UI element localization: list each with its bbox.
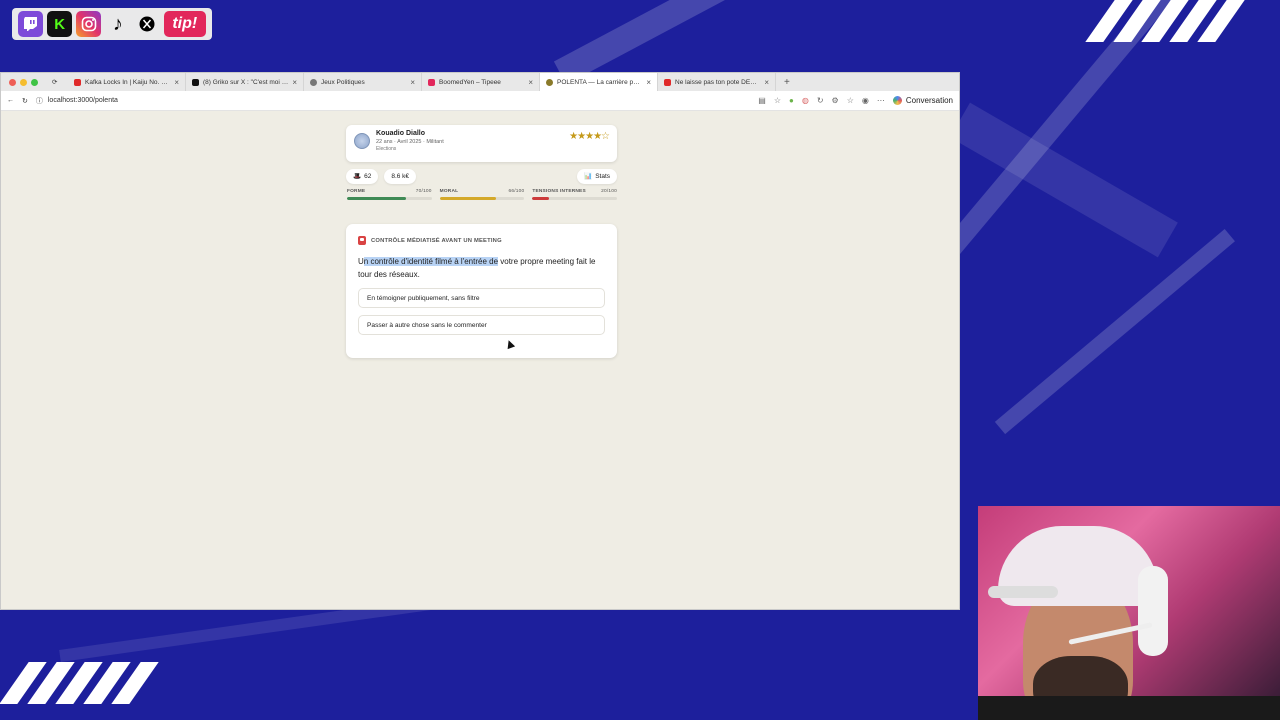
assistant-icon [892,96,902,105]
influence-pill: 🎩 62 [346,168,379,184]
tab-favicon [664,78,671,86]
tab-label: POLENTA — La carrière politique [557,78,642,86]
event-text-selection: n contrôle d'identité filmé à l'entrée d… [363,257,499,266]
event-card: CONTRÔLE MÉDIATISÉ AVANT UN MEETING Un c… [346,224,617,358]
tab-close-icon[interactable]: × [528,78,533,87]
rating-stars: ★★★★☆ [569,131,610,142]
conversation-button[interactable]: Conversation [892,96,953,105]
window-controls [1,78,46,86]
influence-value: 62 [364,172,372,180]
instagram-icon [76,11,102,37]
refresh-extension-icon[interactable]: ↻ [817,96,824,105]
tab-label: Kafka Locks In | Kaiju No. 8 - Yo [85,78,171,86]
bottom-left-stripes [0,662,159,704]
tab-overview-icon[interactable]: ⟳ [46,73,68,91]
tab-favicon [428,78,435,86]
conversation-label: Conversation [905,96,953,105]
maximize-window-icon[interactable] [31,78,38,86]
social-bar: K ♪ tip! [12,8,212,40]
favorites-icon[interactable]: ☆ [847,96,854,105]
toolbar-icons: ▤ ☆ ● ◍ ↻ ⚙ ☆ ◉ ⋯ Conversation [758,96,953,105]
tab-item[interactable]: (8) Griko sur X : "C'est moi où l × [186,73,304,91]
url-field[interactable]: ⓘ localhost:3000/polenta [36,96,750,106]
site-info-icon[interactable]: ⓘ [36,96,43,106]
profile-phase: Elections [376,146,397,152]
money-pill: 8.6 k€ [384,168,417,184]
tab-item[interactable]: Kafka Locks In | Kaiju No. 8 - Yo × [68,73,186,91]
choice-button[interactable]: Passer à autre chose sans le commenter [358,315,605,335]
gauge-value: 70/100 [415,189,432,194]
extensions-icon[interactable]: ⚙ [832,96,839,105]
tab-favicon [546,78,553,86]
tab-close-icon[interactable]: × [410,78,415,87]
bar-chart-icon: 📊 [584,173,593,180]
minimize-window-icon[interactable] [20,78,27,86]
gauge-fill [439,197,496,200]
kick-icon: K [47,11,73,37]
tab-label: Ne laisse pas ton pote DEVENIR [675,78,760,86]
event-header: CONTRÔLE MÉDIATISÉ AVANT UN MEETING [358,236,605,245]
game-page: Kouadio Diallo 22 ans · Avril 2025 · Mil… [1,113,959,609]
tab-bar: ⟳ Kafka Locks In | Kaiju No. 8 - Yo × (8… [1,73,959,91]
event-description: Un contrôle d'identité filmé à l'entrée … [358,255,605,281]
gauge-value: 66/100 [508,189,525,194]
tab-favicon [310,78,317,86]
top-hat-icon: 🎩 [353,173,362,180]
event-text-start: U [358,257,364,266]
choice-button[interactable]: En témoigner publiquement, sans filtre [358,288,605,308]
tab-close-icon[interactable]: × [764,78,769,87]
extension-icon[interactable]: ● [789,96,794,105]
reader-icon[interactable]: ▤ [758,96,766,105]
stats-label: Stats [595,172,610,180]
gauges: FORME 70/100 MORAL 66/100 TENSIONS INTER… [347,189,618,200]
tab-label: (8) Griko sur X : "C'est moi où l [203,78,289,86]
gauge-fill [347,197,407,200]
tab-item[interactable]: Jeux Politiques × [304,73,422,91]
extension-icon[interactable]: ◍ [802,96,809,105]
twitch-icon [18,11,44,37]
x-icon [134,11,159,37]
stats-button[interactable]: 📊 Stats [577,168,617,184]
new-tab-button[interactable]: + [776,77,798,88]
tab-item[interactable]: BoomedYen – Tipeee × [422,73,540,91]
gauge-value: 20/100 [601,189,618,194]
tiktok-icon: ♪ [112,12,123,35]
webcam-feed [978,506,1280,720]
gauge-label: MORAL [439,189,459,194]
tab-label: BoomedYen – Tipeee [439,78,501,86]
more-menu-icon[interactable]: ⋯ [877,96,885,105]
tab-favicon [74,78,81,86]
avatar [354,133,370,149]
top-right-stripes [1085,0,1245,42]
tab-item[interactable]: Ne laisse pas ton pote DEVENIR × [658,73,776,91]
tab-close-icon[interactable]: × [646,78,651,87]
gauge-label: FORME [347,189,366,194]
tip-icon: tip! [163,11,207,37]
back-icon[interactable]: ← [7,97,14,104]
event-title: CONTRÔLE MÉDIATISÉ AVANT UN MEETING [371,237,502,244]
tab-close-icon[interactable]: × [174,78,179,87]
tab-item-active[interactable]: POLENTA — La carrière politique × [540,73,658,91]
money-value: 8.6 k€ [391,172,410,180]
gauge-forme: FORME 70/100 [347,189,432,200]
gauge-tensions: TENSIONS INTERNES 20/100 [532,189,618,200]
browser-window: ⟳ Kafka Locks In | Kaiju No. 8 - Yo × (8… [0,72,960,610]
close-window-icon[interactable] [9,78,16,86]
reload-icon[interactable]: ↻ [22,97,28,105]
address-bar: ← ↻ ⓘ localhost:3000/polenta ▤ ☆ ● ◍ ↻ ⚙… [1,91,959,111]
gauge-moral: MORAL 66/100 [439,189,525,200]
profile-meta: 22 ans · Avril 2025 · Militant [376,139,444,145]
gauge-label: TENSIONS INTERNES [532,189,586,194]
gauge-fill [532,197,550,200]
profile-name: Kouadio Diallo [376,130,425,137]
profile-icon[interactable]: ◉ [862,96,869,105]
tab-label: Jeux Politiques [321,78,365,86]
stats-row: 🎩 62 8.6 k€ 📊 Stats [346,168,617,184]
tab-close-icon[interactable]: × [292,78,297,87]
bookmark-star-icon[interactable]: ☆ [774,96,781,105]
tab-favicon [192,78,199,86]
url-text: localhost:3000/polenta [47,97,118,104]
alert-icon [358,236,366,245]
profile-card: Kouadio Diallo 22 ans · Avril 2025 · Mil… [346,125,617,162]
